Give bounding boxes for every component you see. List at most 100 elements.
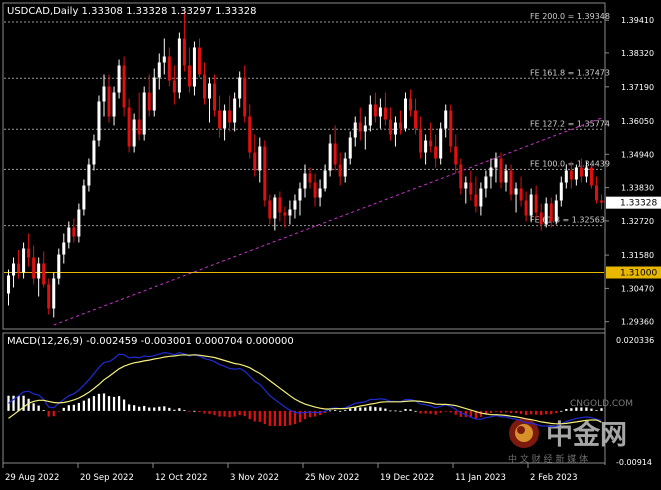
candle-body[interactable] <box>358 122 362 132</box>
candle-body[interactable] <box>383 107 387 120</box>
candle-body[interactable] <box>187 65 191 87</box>
candle-body[interactable] <box>157 62 161 78</box>
candle-body[interactable] <box>268 200 272 219</box>
candle-body[interactable] <box>92 140 96 165</box>
candle-body[interactable] <box>107 86 111 117</box>
candle-body[interactable] <box>509 170 513 195</box>
candle-body[interactable] <box>162 56 166 63</box>
candle-body[interactable] <box>549 203 553 222</box>
candle-body[interactable] <box>348 137 352 159</box>
candle-body[interactable] <box>47 284 51 309</box>
candle-body[interactable] <box>192 47 196 87</box>
candle-body[interactable] <box>559 182 563 201</box>
candle-body[interactable] <box>248 116 252 153</box>
candle-body[interactable] <box>318 188 322 198</box>
candle-body[interactable] <box>494 158 498 168</box>
candle-body[interactable] <box>333 143 337 165</box>
candle-body[interactable] <box>454 146 458 165</box>
candle-body[interactable] <box>343 158 347 177</box>
candle-body[interactable] <box>137 119 141 135</box>
candle-body[interactable] <box>77 209 81 237</box>
candle-body[interactable] <box>72 227 76 237</box>
candle-body[interactable] <box>172 80 176 93</box>
candle-body[interactable] <box>213 83 217 111</box>
candle-body[interactable] <box>579 167 583 177</box>
candle-body[interactable] <box>449 110 453 147</box>
candle-body[interactable] <box>152 77 156 111</box>
candle-body[interactable] <box>57 254 61 279</box>
candle-body[interactable] <box>218 110 222 129</box>
candle-body[interactable] <box>434 146 438 159</box>
candle-body[interactable] <box>338 164 342 177</box>
candle-body[interactable] <box>208 83 212 99</box>
candle-body[interactable] <box>599 200 603 203</box>
candle-body[interactable] <box>469 182 473 195</box>
candle-body[interactable] <box>52 278 56 309</box>
candle-body[interactable] <box>554 200 558 222</box>
trendline[interactable] <box>53 117 602 326</box>
candle-body[interactable] <box>409 98 413 111</box>
candle-body[interactable] <box>524 200 528 216</box>
candle-body[interactable] <box>414 110 418 129</box>
candle-body[interactable] <box>167 56 171 81</box>
candle-body[interactable] <box>499 158 503 183</box>
candle-body[interactable] <box>584 167 588 177</box>
candle-body[interactable] <box>147 92 151 111</box>
candle-body[interactable] <box>293 200 297 210</box>
candle-body[interactable] <box>303 173 307 189</box>
candle-body[interactable] <box>87 164 91 186</box>
candle-body[interactable] <box>228 110 232 123</box>
candle-body[interactable] <box>82 185 86 210</box>
candle-body[interactable] <box>569 170 573 180</box>
candle-body[interactable] <box>132 119 136 147</box>
candle-body[interactable] <box>202 74 207 99</box>
candle-body[interactable] <box>32 257 36 279</box>
candle-body[interactable] <box>534 194 538 213</box>
candle-body[interactable] <box>439 128 443 159</box>
candle-body[interactable] <box>233 98 237 123</box>
candle-body[interactable] <box>243 77 247 117</box>
candle-body[interactable] <box>539 212 543 225</box>
candle-body[interactable] <box>484 176 488 189</box>
candle-body[interactable] <box>419 128 423 153</box>
candle-body[interactable] <box>504 170 508 183</box>
candle-body[interactable] <box>102 86 106 102</box>
candle-body[interactable] <box>197 47 201 75</box>
candle-body[interactable] <box>403 98 408 129</box>
candle-body[interactable] <box>388 119 392 135</box>
candle-body[interactable] <box>7 275 11 294</box>
candle-body[interactable] <box>223 110 227 129</box>
candle-body[interactable] <box>122 65 126 108</box>
candle-body[interactable] <box>288 209 292 216</box>
candle-body[interactable] <box>373 104 377 117</box>
candle-body[interactable] <box>37 263 41 279</box>
candle-body[interactable] <box>177 38 181 93</box>
candle-body[interactable] <box>253 152 257 171</box>
candle-body[interactable] <box>444 110 448 129</box>
candle-body[interactable] <box>398 122 402 129</box>
candle-body[interactable] <box>368 104 372 126</box>
candle-body[interactable] <box>378 107 382 117</box>
candle-body[interactable] <box>393 122 397 135</box>
candle-body[interactable] <box>479 188 483 207</box>
candle-body[interactable] <box>263 146 267 201</box>
candle-body[interactable] <box>363 125 367 132</box>
candle-body[interactable] <box>283 212 287 216</box>
candle-body[interactable] <box>97 101 101 141</box>
candle-body[interactable] <box>127 107 131 147</box>
candle-body[interactable] <box>308 173 312 183</box>
candle-body[interactable] <box>564 170 568 183</box>
candle-body[interactable] <box>429 140 433 147</box>
candle-body[interactable] <box>574 167 578 180</box>
candle-body[interactable] <box>594 185 598 201</box>
candle-body[interactable] <box>278 197 282 213</box>
candle-body[interactable] <box>12 263 16 276</box>
candle-body[interactable] <box>519 188 523 201</box>
candle-body[interactable] <box>313 182 317 198</box>
candle-body[interactable] <box>353 122 357 138</box>
candle-body[interactable] <box>117 65 121 93</box>
candle-body[interactable] <box>62 242 66 255</box>
candle-body[interactable] <box>298 188 302 201</box>
candle-body[interactable] <box>112 92 116 117</box>
candle-body[interactable] <box>544 203 548 225</box>
